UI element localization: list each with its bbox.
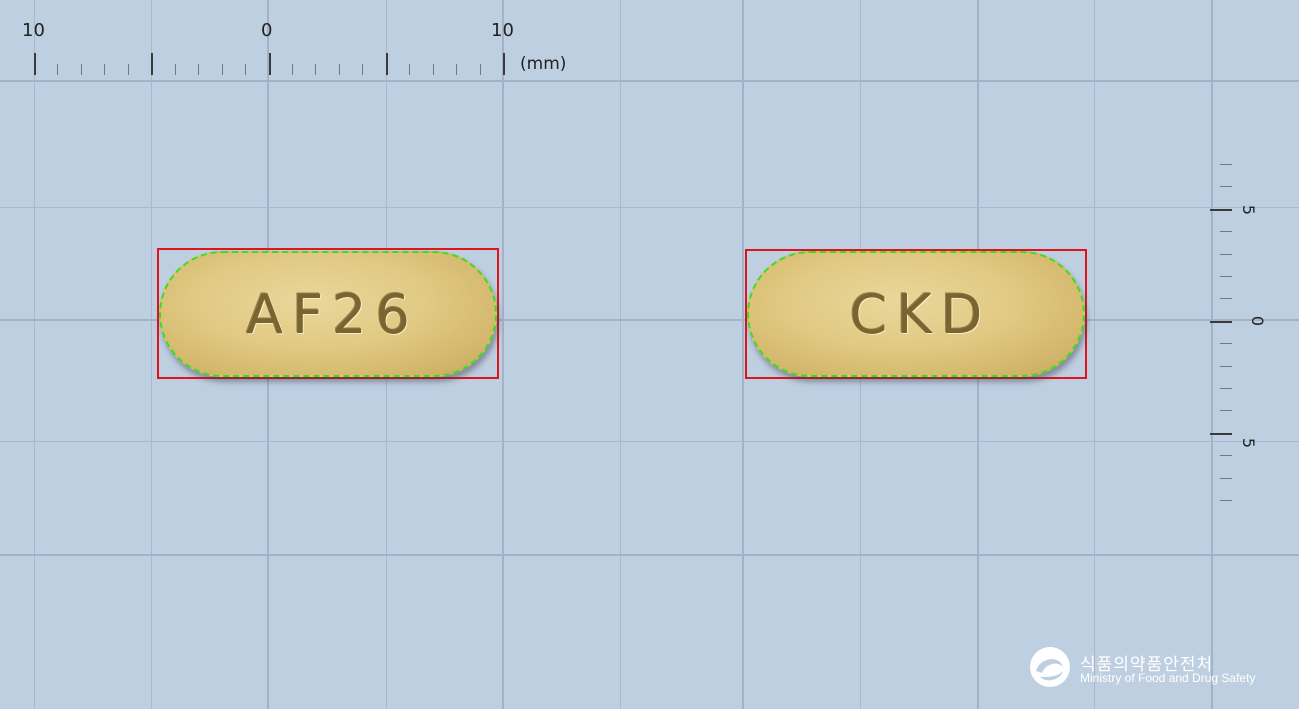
ruler-tick — [1220, 410, 1232, 411]
ruler-tick — [198, 64, 199, 75]
ruler-label: 0 — [261, 20, 273, 41]
ruler-tick — [1220, 231, 1232, 232]
ruler-label: 5 — [1239, 437, 1259, 449]
ruler-label: 10 — [491, 20, 514, 41]
ministry-emblem-icon — [1030, 647, 1070, 687]
ruler-tick — [315, 64, 316, 75]
ruler-tick — [1220, 276, 1232, 277]
grid-line — [1094, 0, 1095, 709]
ruler-tick — [104, 64, 105, 75]
ruler-tick — [1220, 254, 1232, 255]
ruler-tick — [1220, 478, 1232, 479]
ruler-tick — [433, 64, 434, 75]
grid-line — [0, 207, 1299, 208]
grid-line — [34, 0, 35, 709]
ruler-tick — [480, 64, 481, 75]
grid-line — [0, 441, 1299, 442]
ruler-tick — [386, 53, 388, 75]
ruler-tick — [339, 64, 340, 75]
tablet-imprint: CKD — [849, 282, 992, 346]
ministry-name-english: Ministry of Food and Drug Safety — [1080, 671, 1256, 685]
ruler-tick — [245, 64, 246, 75]
grid-line — [742, 0, 744, 709]
grid-line — [151, 0, 152, 709]
pill-photo-stage: 10 0 10 (mm) 5 0 5 AF26 CKD 식품의약품안전처 Min… — [0, 0, 1299, 709]
ruler-tick — [1220, 366, 1232, 367]
ruler-tick — [81, 64, 82, 75]
ruler-label: 10 — [22, 20, 45, 41]
ruler-tick — [1210, 321, 1232, 323]
ruler-tick — [57, 64, 58, 75]
ruler-tick — [1220, 298, 1232, 299]
ruler-tick — [362, 64, 363, 75]
ruler-tick — [456, 64, 457, 75]
tablet-front: AF26 — [159, 251, 497, 377]
grid-line — [620, 0, 621, 709]
ruler-unit-label: (mm) — [520, 54, 567, 74]
tablet-imprint: AF26 — [246, 282, 419, 346]
ruler-tick — [1210, 433, 1232, 435]
ruler-tick — [1220, 186, 1232, 187]
ruler-tick — [1220, 164, 1232, 165]
ruler-tick — [34, 53, 36, 75]
ruler-tick — [1210, 209, 1232, 211]
tablet-back: CKD — [747, 251, 1085, 377]
ruler-tick — [175, 64, 176, 75]
ruler-tick — [503, 53, 505, 75]
ruler-tick — [151, 53, 153, 75]
ruler-label: 0 — [1248, 315, 1268, 327]
ruler-tick — [1220, 455, 1232, 456]
ruler-tick — [1220, 343, 1232, 344]
grid-line — [502, 0, 504, 709]
grid-line — [0, 554, 1299, 556]
ruler-tick — [222, 64, 223, 75]
ruler-tick — [128, 64, 129, 75]
ruler-label: 5 — [1239, 204, 1259, 216]
ruler-tick — [1220, 388, 1232, 389]
ruler-tick — [292, 64, 293, 75]
grid-line — [0, 80, 1299, 82]
grid-line — [1211, 0, 1213, 709]
ruler-tick — [1220, 500, 1232, 501]
ruler-tick — [269, 53, 271, 75]
ruler-tick — [409, 64, 410, 75]
